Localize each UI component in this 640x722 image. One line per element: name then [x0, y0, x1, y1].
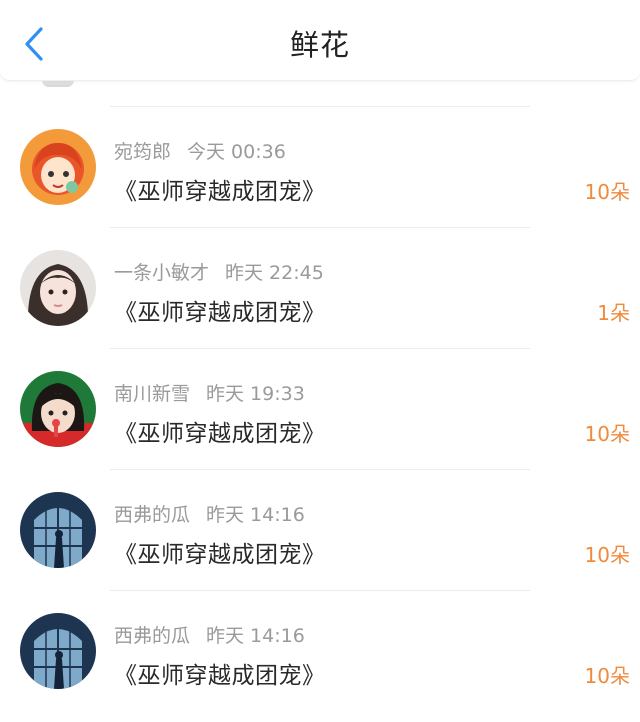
list-item[interactable]: 西弗的瓜 昨天 14:16 《巫师穿越成团宠》 10朵 — [0, 591, 640, 711]
send-time: 昨天 22:45 — [225, 262, 324, 284]
flower-count: 10朵 — [584, 180, 630, 204]
avatar[interactable] — [20, 613, 96, 689]
sender-line: 西弗的瓜 昨天 14:16 — [114, 500, 305, 527]
page-title: 鲜花 — [289, 28, 350, 62]
list-item[interactable]: 南川新雪 昨天 19:33 《巫师穿越成团宠》 10朵 — [0, 349, 640, 469]
flower-count: 10朵 — [584, 664, 630, 688]
avatar[interactable] — [20, 129, 96, 205]
avatar — [42, 80, 74, 87]
sender-name[interactable]: 南川新雪 — [114, 383, 190, 405]
sender-line: 西弗的瓜 昨天 14:16 — [114, 621, 305, 648]
sender-name[interactable]: 西弗的瓜 — [114, 504, 190, 526]
book-title[interactable]: 《巫师穿越成团宠》 — [114, 656, 326, 690]
list-item-partial[interactable] — [0, 80, 640, 106]
send-time: 今天 00:36 — [187, 141, 286, 163]
list-item[interactable]: 西弗的瓜 昨天 14:16 《巫师穿越成团宠》 10朵 — [0, 470, 640, 590]
avatar[interactable] — [20, 250, 96, 326]
avatar[interactable] — [20, 371, 96, 447]
nav-bar: 鲜花 — [0, 0, 640, 81]
book-title[interactable]: 《巫师穿越成团宠》 — [114, 414, 326, 448]
sender-name[interactable]: 宛筠郎 — [114, 141, 171, 163]
flower-gift-list: 宛筠郎 今天 00:36 《巫师穿越成团宠》 10朵 一条小敏才 昨天 22:4… — [0, 106, 640, 711]
book-title[interactable]: 《巫师穿越成团宠》 — [114, 172, 326, 206]
sender-name[interactable]: 一条小敏才 — [114, 262, 209, 284]
sender-line: 宛筠郎 今天 00:36 — [114, 137, 286, 164]
list-item[interactable]: 一条小敏才 昨天 22:45 《巫师穿越成团宠》 1朵 — [0, 228, 640, 348]
send-time: 昨天 19:33 — [206, 383, 305, 405]
book-title[interactable]: 《巫师穿越成团宠》 — [114, 293, 326, 327]
send-time: 昨天 14:16 — [206, 625, 305, 647]
book-title[interactable]: 《巫师穿越成团宠》 — [114, 535, 326, 569]
send-time: 昨天 14:16 — [206, 504, 305, 526]
flower-count: 1朵 — [597, 301, 630, 325]
sender-name[interactable]: 西弗的瓜 — [114, 625, 190, 647]
avatar[interactable] — [20, 492, 96, 568]
list-item[interactable]: 宛筠郎 今天 00:36 《巫师穿越成团宠》 10朵 — [0, 107, 640, 227]
flower-count: 10朵 — [584, 543, 630, 567]
sender-line: 南川新雪 昨天 19:33 — [114, 379, 305, 406]
flowers-screen: 鲜花 宛筠郎 今天 00:36 《巫师穿越成团宠》 10朵 一条小敏才 昨天 2… — [0, 0, 640, 722]
flower-count: 10朵 — [584, 422, 630, 446]
sender-line: 一条小敏才 昨天 22:45 — [114, 258, 324, 285]
